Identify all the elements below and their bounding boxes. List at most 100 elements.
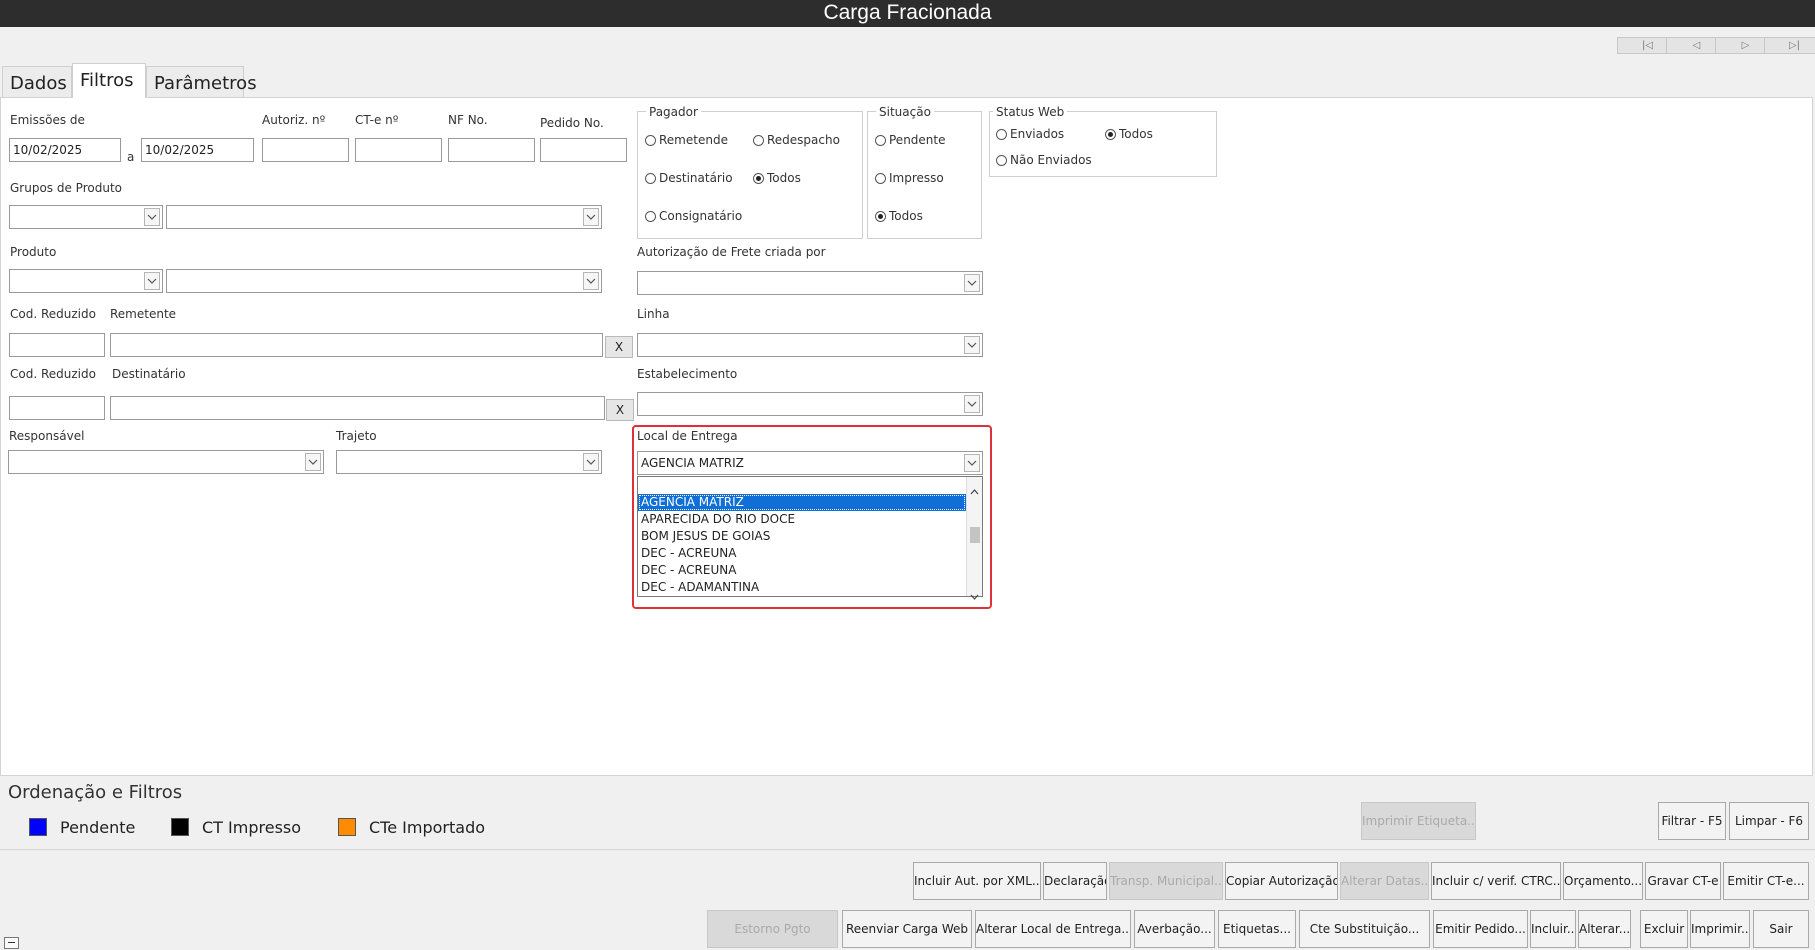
gravar-cte-button[interactable]: Gravar CT-e [1645,862,1721,900]
trajeto-combo[interactable] [336,450,602,474]
local-entrega-value: AGENCIA MATRIZ [641,456,744,470]
imprimir-button[interactable]: Imprimir... [1690,910,1750,948]
imprimir-etiqueta-button[interactable]: Imprimir Etiqueta... [1361,802,1476,840]
status-nao-enviados-radio[interactable]: Não Enviados [996,153,1092,167]
scroll-thumb[interactable] [970,527,980,543]
produto-code-combo[interactable] [9,269,163,293]
limpar-button[interactable]: Limpar - F6 [1729,802,1809,840]
dropdown-option[interactable]: DEC - ACREUNA [638,562,966,579]
remetente-code-field[interactable] [9,333,105,357]
radio-circle-icon [645,134,656,146]
tab-filtros[interactable]: Filtros [72,63,146,98]
sair-button[interactable]: Sair [1753,910,1809,948]
reenviar-carga-web-button[interactable]: Reenviar Carga Web [842,910,972,948]
dropdown-option[interactable]: APARECIDA DO RIO DOCE [638,511,966,528]
radio-label: Todos [767,171,801,185]
legend-cte-importado-swatch [338,818,356,836]
radio-circle-icon [645,172,656,184]
excluir-button[interactable]: Excluir [1640,910,1688,948]
dropdown-option[interactable]: BOM JESUS DE GOIAS [638,528,966,545]
responsavel-combo[interactable] [8,450,324,474]
tab-dados[interactable]: Dados [2,66,72,97]
pagador-redespacho-radio[interactable]: Redespacho [753,133,840,147]
destinatario-field[interactable] [110,396,605,420]
dropdown-option[interactable]: DEC - ACREUNA [638,545,966,562]
chevron-down-icon[interactable] [964,274,980,292]
collapse-icon[interactable] [4,937,19,949]
emitir-cte-button[interactable]: Emitir CT-e... [1723,862,1809,900]
filtrar-button[interactable]: Filtrar - F5 [1658,802,1726,840]
chevron-down-icon[interactable] [964,336,980,354]
radio-label: Remetende [659,133,728,147]
local-entrega-dropdown[interactable]: AGENCIA MATRIZ APARECIDA DO RIO DOCE BOM… [637,476,983,600]
tab-parametros[interactable]: Parâmetros [146,66,257,97]
clear-remetente-button[interactable]: X [605,336,633,358]
situacao-pendente-radio[interactable]: Pendente [875,133,946,147]
scroll-up-icon[interactable] [970,480,979,499]
chevron-down-icon[interactable] [583,208,599,226]
chevron-down-icon[interactable] [144,272,160,290]
emissoes-to-field[interactable]: 10/02/2025 [141,138,254,162]
radio-circle-icon [996,128,1007,140]
local-entrega-combo[interactable]: AGENCIA MATRIZ [637,451,983,475]
chevron-down-icon[interactable] [583,453,599,471]
etiquetas-button[interactable]: Etiquetas... [1218,910,1296,948]
alterar-local-entrega-button[interactable]: Alterar Local de Entrega... [975,910,1131,948]
last-record-button[interactable]: ▷| [1764,37,1815,54]
status-todos-radio[interactable]: Todos [1105,127,1153,141]
emissoes-from-field[interactable]: 10/02/2025 [9,138,121,162]
cte-substituicao-button[interactable]: Cte Substituição... [1299,910,1430,948]
status-enviados-radio[interactable]: Enviados [996,127,1064,141]
chevron-down-icon[interactable] [964,395,980,413]
linha-combo[interactable] [637,333,983,357]
clear-destinatario-button[interactable]: X [606,399,634,421]
cte-field[interactable] [355,138,442,162]
incluir-aut-xml-button[interactable]: Incluir Aut. por XML... [913,862,1041,900]
radio-selected-icon [753,172,764,184]
pagador-title: Pagador [646,105,701,119]
declaracao-button[interactable]: Declaração [1043,862,1107,900]
linha-label: Linha [637,307,670,321]
cod-reduzido-2-label: Cod. Reduzido [10,367,96,381]
destinatario-code-field[interactable] [9,396,105,420]
scroll-down-icon[interactable] [970,585,979,604]
chevron-down-icon[interactable] [964,454,980,472]
pedido-field[interactable] [540,138,627,162]
alterar-button[interactable]: Alterar... [1578,910,1631,948]
chevron-down-icon[interactable] [305,453,321,471]
chevron-down-icon[interactable] [583,272,599,290]
radio-circle-icon [875,134,886,146]
transp-municipal-button[interactable]: Transp. Municipal... [1109,862,1223,900]
produto-desc-combo[interactable] [166,269,602,293]
alterar-datas-button[interactable]: Alterar Datas... [1340,862,1429,900]
autorizacao-combo[interactable] [637,271,983,295]
nf-field[interactable] [448,138,535,162]
chevron-down-icon[interactable] [144,208,160,226]
pagador-consignatario-radio[interactable]: Consignatário [645,209,742,223]
incluir-verif-ctrc-button[interactable]: Incluir c/ verif. CTRC... [1431,862,1561,900]
divider [0,849,1815,851]
copiar-autorizacao-button[interactable]: Copiar Autorização [1225,862,1338,900]
dropdown-scrollbar[interactable] [966,477,982,600]
dropdown-option[interactable]: DEC - ADAMANTINA [638,579,966,596]
grupos-code-combo[interactable] [9,205,163,229]
averbacao-button[interactable]: Averbação... [1134,910,1215,948]
emitir-pedido-button[interactable]: Emitir Pedido... [1433,910,1528,948]
pagador-destinatario-radio[interactable]: Destinatário [645,171,733,185]
pagador-todos-radio[interactable]: Todos [753,171,801,185]
dropdown-option[interactable]: AGENCIA MATRIZ [638,494,966,511]
radio-selected-icon [1105,128,1116,140]
remetente-field[interactable] [110,333,603,357]
orcamento-button[interactable]: Orçamento... [1563,862,1643,900]
legend-pendente-label: Pendente [60,818,136,837]
autoriz-field[interactable] [262,138,349,162]
grupos-desc-combo[interactable] [166,205,602,229]
pagador-remetente-radio[interactable]: Remetende [645,133,728,147]
incluir-button[interactable]: Incluir... [1530,910,1576,948]
radio-label: Redespacho [767,133,840,147]
situacao-todos-radio[interactable]: Todos [875,209,923,223]
situacao-impresso-radio[interactable]: Impresso [875,171,944,185]
estabelecimento-combo[interactable] [637,392,983,416]
radio-label: Todos [889,209,923,223]
estorno-pgto-button[interactable]: Estorno Pgto [707,910,838,948]
